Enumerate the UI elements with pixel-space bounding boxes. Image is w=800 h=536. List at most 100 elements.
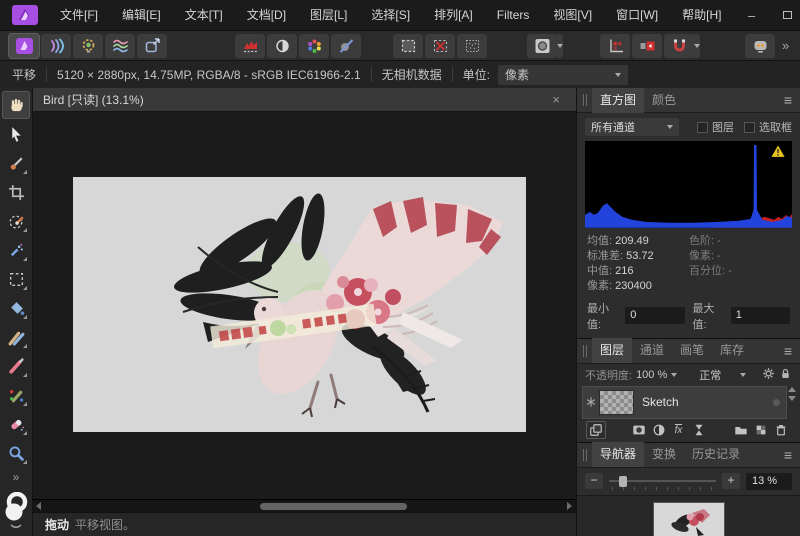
scroll-up-icon[interactable]	[788, 387, 796, 392]
group-layers-button[interactable]	[731, 421, 751, 439]
panel-grip[interactable]	[583, 449, 587, 461]
layer-row-sketch[interactable]: Sketch	[583, 387, 786, 418]
opacity-value[interactable]: 100 %	[636, 369, 667, 381]
chevron-down-icon[interactable]	[740, 373, 746, 377]
layers-scrollbar[interactable]	[788, 387, 796, 401]
tab-layers[interactable]: 图层	[592, 338, 632, 363]
liquify-persona-button[interactable]	[41, 34, 71, 58]
menu-document[interactable]: 文档[D]	[235, 0, 298, 30]
auto-levels-button[interactable]	[235, 34, 265, 58]
chevron-down-icon[interactable]	[671, 373, 677, 377]
guides-manager-button[interactable]	[600, 34, 630, 58]
select-all-button[interactable]	[393, 34, 423, 58]
tab-transform[interactable]: 变换	[644, 442, 684, 467]
move-tool[interactable]	[2, 120, 30, 148]
adjustment-layer-button[interactable]	[649, 421, 669, 439]
panel-menu-icon[interactable]: ≡	[784, 343, 792, 359]
layer-name[interactable]: Sketch	[642, 395, 679, 409]
horizontal-scrollbar[interactable]	[32, 499, 576, 512]
layer-effects-button[interactable]: fx	[669, 421, 689, 439]
snapping-magnet-button[interactable]	[664, 34, 694, 58]
menu-text[interactable]: 文本[T]	[173, 0, 235, 30]
unit-dropdown[interactable]: 像素	[498, 65, 628, 85]
zoom-value-input[interactable]: 13 %	[746, 473, 792, 490]
selection-brush-tool[interactable]	[2, 207, 30, 235]
tab-color[interactable]: 颜色	[644, 88, 684, 113]
tab-brushes[interactable]: 画笔	[672, 338, 712, 363]
lock-icon[interactable]	[779, 367, 792, 383]
color-picker-tool[interactable]	[2, 149, 30, 177]
navigator-thumbnail[interactable]	[654, 503, 724, 536]
min-input[interactable]: 0	[625, 307, 684, 324]
menu-select[interactable]: 选择[S]	[359, 0, 422, 30]
channel-dropdown[interactable]: 所有通道	[585, 118, 679, 136]
menu-window[interactable]: 窗口[W]	[604, 0, 670, 30]
tab-channels[interactable]: 通道	[632, 338, 672, 363]
menu-filters[interactable]: Filters	[485, 0, 542, 30]
tone-mapping-persona-button[interactable]	[105, 34, 135, 58]
paint-brush-tool[interactable]	[2, 352, 30, 380]
stroke-fill-swatches[interactable]	[3, 492, 29, 530]
menu-view[interactable]: 视图[V]	[541, 0, 604, 30]
minimize-button[interactable]: –	[733, 0, 769, 30]
gear-icon[interactable]	[762, 367, 775, 383]
delete-layer-button[interactable]	[771, 421, 791, 439]
edit-all-layers-button[interactable]	[586, 421, 606, 439]
panel-grip[interactable]	[583, 94, 587, 106]
toolbar-overflow-icon[interactable]: »	[776, 38, 795, 53]
zoom-slider[interactable]	[609, 473, 716, 490]
layer-visibility-toggle[interactable]	[773, 399, 780, 406]
snapping-dropdown[interactable]	[694, 34, 700, 58]
tab-histogram[interactable]: 直方图	[592, 88, 644, 113]
panel-menu-icon[interactable]: ≡	[784, 447, 792, 463]
panel-menu-icon[interactable]: ≡	[784, 92, 792, 108]
tab-close-button[interactable]: ×	[546, 92, 566, 107]
zoom-in-button[interactable]: +	[722, 473, 740, 489]
tab-history[interactable]: 历史记录	[684, 442, 748, 467]
document-tab[interactable]: Bird [只读] (13.1%) ×	[32, 88, 576, 112]
blend-mode-dropdown[interactable]: 正常	[699, 367, 721, 383]
flood-fill-tool[interactable]	[2, 294, 30, 322]
mask-layer-button[interactable]	[629, 421, 649, 439]
crop-tool[interactable]	[2, 178, 30, 206]
auto-contrast-button[interactable]	[267, 34, 297, 58]
view-hand-tool[interactable]	[2, 91, 30, 119]
zoom-out-button[interactable]: −	[585, 473, 603, 489]
zoom-tool[interactable]	[2, 439, 30, 467]
menu-help[interactable]: 帮助[H]	[670, 0, 733, 30]
layer-checkbox[interactable]	[697, 122, 708, 133]
menu-arrange[interactable]: 排列[A]	[422, 0, 485, 30]
auto-colours-button[interactable]	[299, 34, 329, 58]
menu-layer[interactable]: 图层[L]	[298, 0, 359, 30]
tab-stock[interactable]: 库存	[712, 338, 752, 363]
eraser-tool[interactable]	[2, 410, 30, 438]
menu-edit[interactable]: 编辑[E]	[110, 0, 173, 30]
export-persona-button[interactable]	[137, 34, 167, 58]
flood-select-tool[interactable]	[2, 236, 30, 264]
canvas[interactable]	[32, 112, 576, 499]
menu-file[interactable]: 文件[F]	[48, 0, 110, 30]
snapping-presets-button[interactable]	[632, 34, 662, 58]
navigator-preview[interactable]	[577, 495, 800, 536]
live-filter-button[interactable]	[689, 421, 709, 439]
develop-persona-button[interactable]	[73, 34, 103, 58]
invert-selection-button[interactable]	[457, 34, 487, 58]
slider-knob[interactable]	[619, 476, 627, 487]
tab-navigator[interactable]: 导航器	[592, 442, 644, 467]
marquee-select-tool[interactable]	[2, 265, 30, 293]
clone-stamp-tool[interactable]	[2, 381, 30, 409]
layer-thumbnail[interactable]	[599, 390, 634, 415]
tools-overflow-icon[interactable]: »	[13, 470, 20, 484]
scroll-right-icon[interactable]	[567, 502, 572, 510]
photo-persona-button[interactable]	[9, 34, 39, 58]
mixer-brush-tool[interactable]	[2, 323, 30, 351]
assistant-button[interactable]	[745, 34, 775, 58]
auto-white-balance-button[interactable]	[331, 34, 361, 58]
quick-mask-dropdown[interactable]	[557, 34, 563, 58]
scrollbar-thumb[interactable]	[260, 503, 407, 510]
quick-mask-button[interactable]	[527, 34, 557, 58]
panel-grip[interactable]	[583, 345, 587, 357]
new-layer-button[interactable]	[751, 421, 771, 439]
scroll-left-icon[interactable]	[36, 502, 41, 510]
scroll-down-icon[interactable]	[788, 396, 796, 401]
